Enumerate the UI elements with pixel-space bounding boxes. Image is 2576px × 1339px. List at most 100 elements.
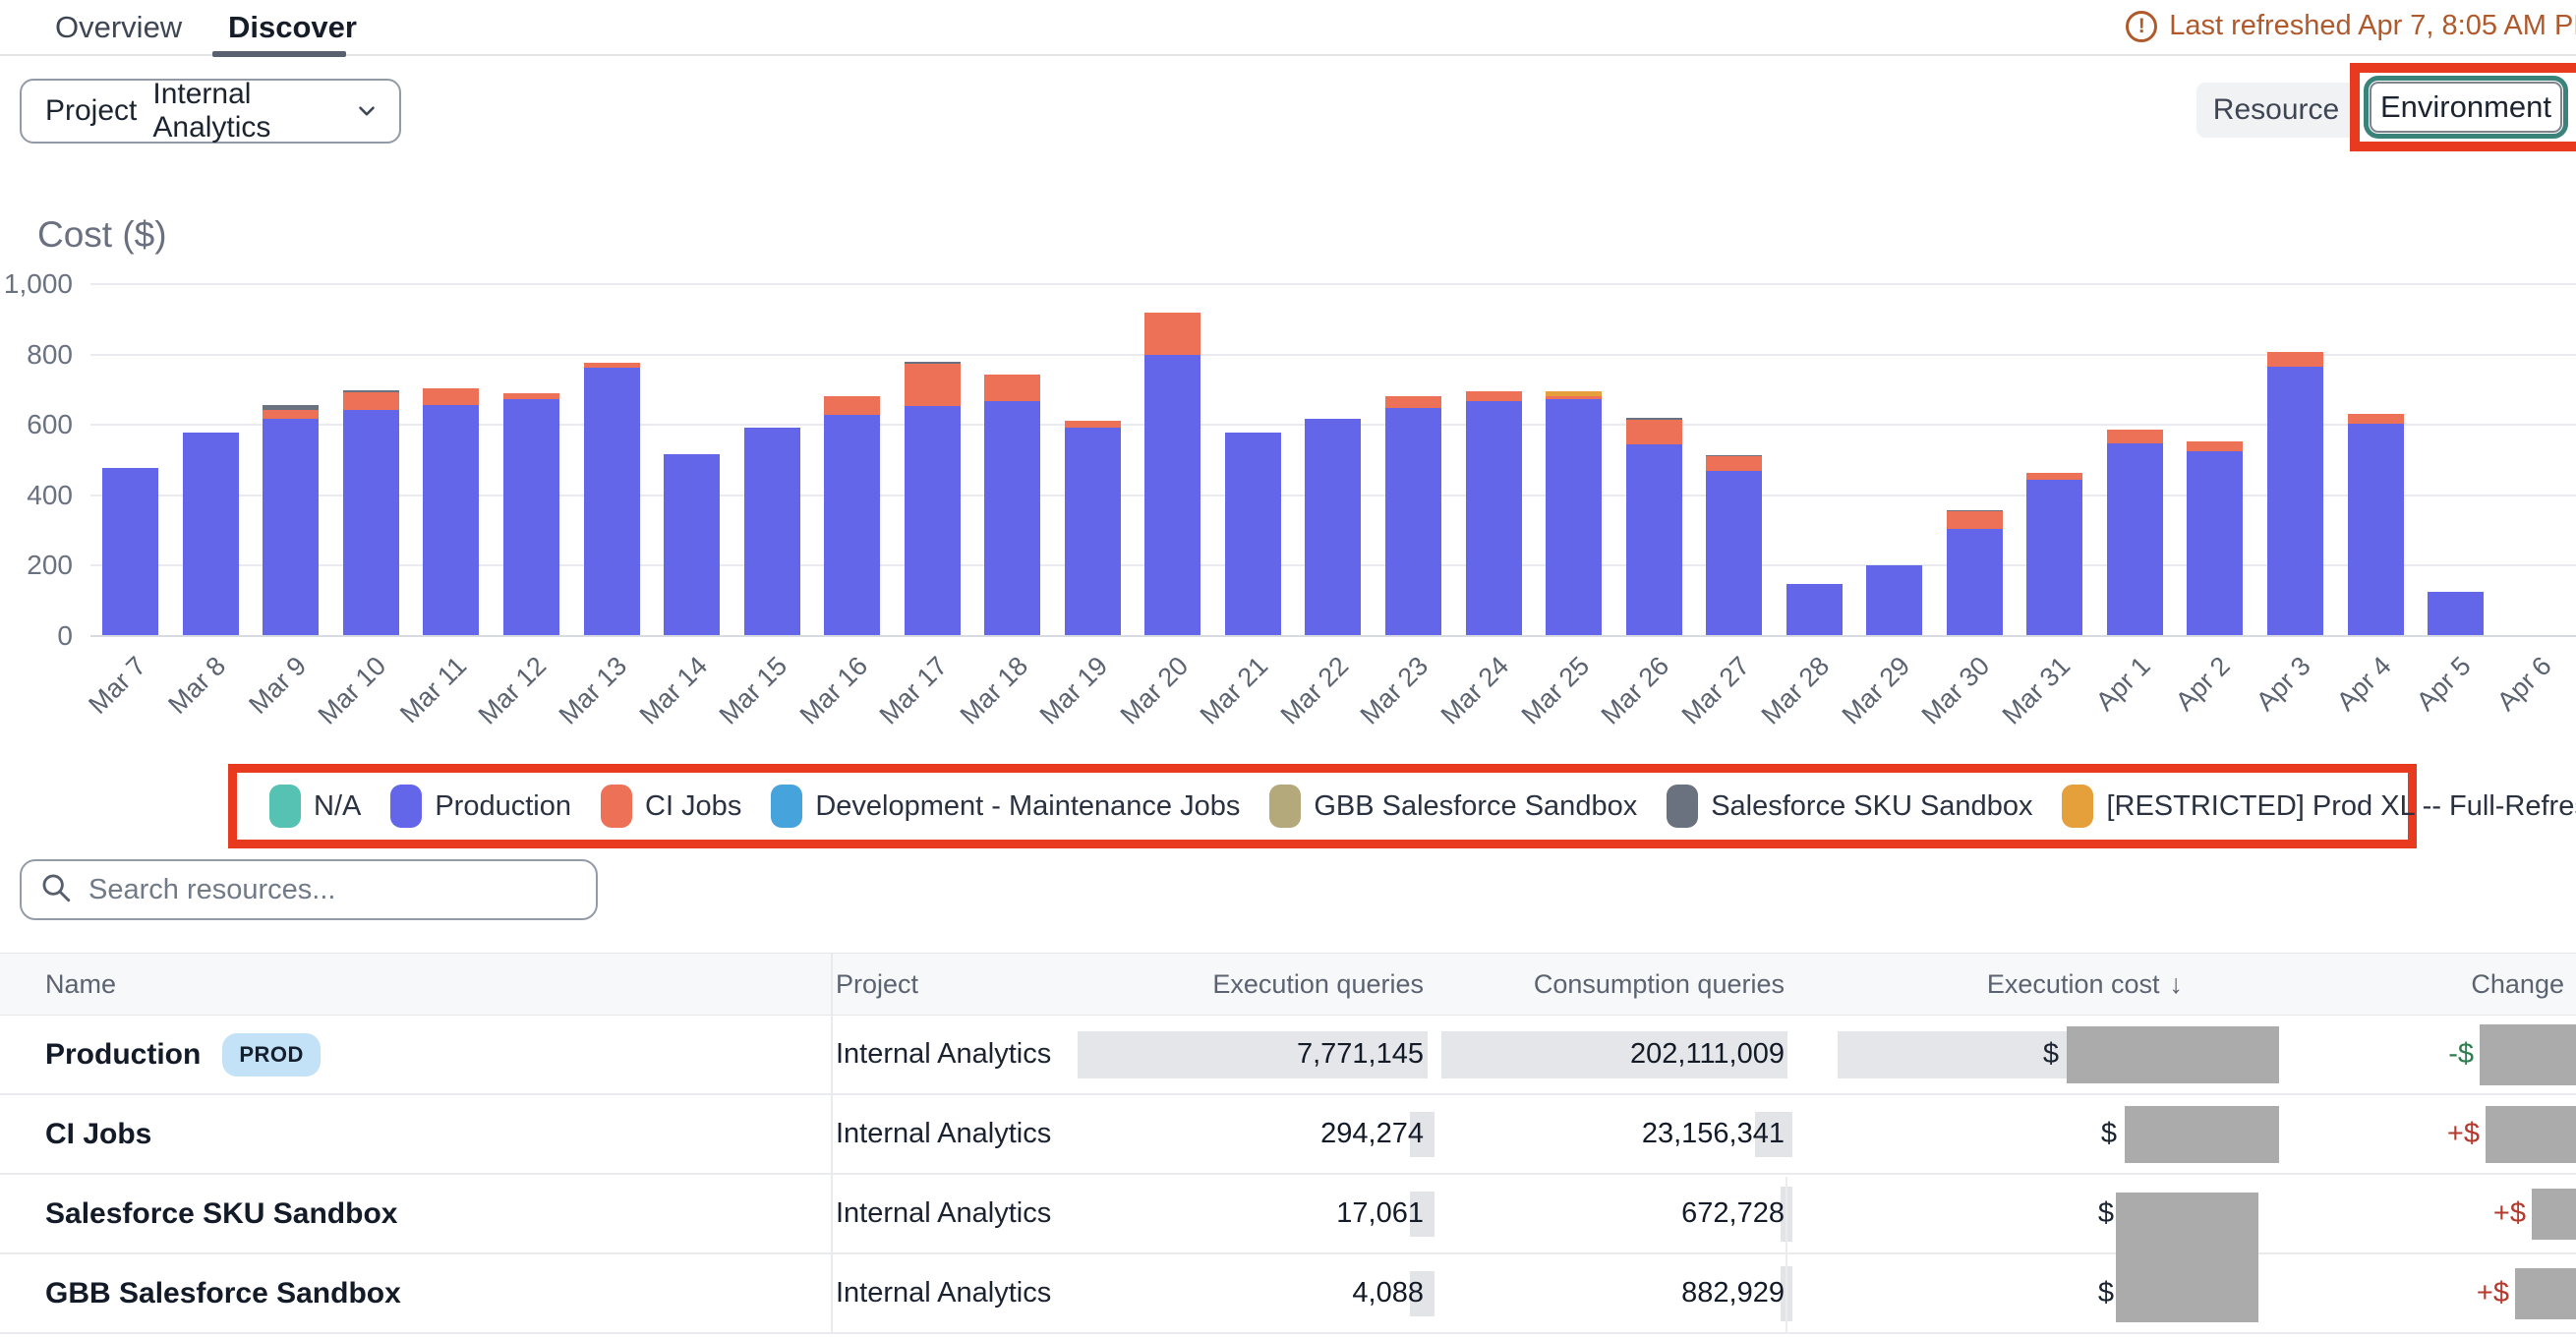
bar-mar-9[interactable]: [251, 283, 331, 635]
cost-currency-prefix: $: [2043, 1038, 2059, 1071]
column-divider: [831, 953, 833, 1334]
bar-mar-21[interactable]: [1213, 283, 1294, 635]
segment-ci: [2026, 473, 2082, 480]
bar-mar-22[interactable]: [1293, 283, 1374, 635]
legend-item[interactable]: GBB Salesforce Sandbox: [1269, 785, 1637, 828]
bar-apr-4[interactable]: [2335, 283, 2416, 635]
bar-mar-31[interactable]: [2015, 283, 2095, 635]
bar-mar-14[interactable]: [652, 283, 732, 635]
table-header-row: NameProjectExecution queriesConsumption …: [0, 953, 2576, 1016]
bar-mar-25[interactable]: [1534, 283, 1614, 635]
y-axis-tick-label: 0: [0, 620, 73, 652]
bar-mar-29[interactable]: [1854, 283, 1935, 635]
bar-apr-3[interactable]: [2255, 283, 2336, 635]
segment-production: [1866, 565, 1922, 635]
x-axis-tick-label: Apr 4: [2330, 651, 2397, 718]
resource-toggle-button[interactable]: Resource: [2196, 83, 2356, 138]
segment-ci: [423, 388, 479, 404]
column-header-execution-queries[interactable]: Execution queries: [1145, 969, 1431, 1000]
resource-name: Salesforce SKU Sandbox: [45, 1197, 397, 1231]
segment-production: [1786, 584, 1843, 635]
legend-swatch: [2062, 785, 2093, 828]
column-header-name[interactable]: Name: [0, 969, 831, 1000]
bar-mar-20[interactable]: [1133, 283, 1213, 635]
segment-production: [584, 368, 640, 635]
table-row-ci-jobs[interactable]: CI JobsInternal Analytics294,27423,156,3…: [0, 1095, 2576, 1175]
bar-mar-24[interactable]: [1453, 283, 1534, 635]
bar-apr-2[interactable]: [2175, 283, 2255, 635]
y-axis-tick-label: 400: [0, 480, 73, 511]
environment-toggle-button[interactable]: Environment: [2370, 82, 2562, 133]
bar-mar-7[interactable]: [90, 283, 171, 635]
bar-mar-19[interactable]: [1053, 283, 1134, 635]
legend-label: GBB Salesforce Sandbox: [1314, 790, 1637, 823]
legend-item[interactable]: Salesforce SKU Sandbox: [1667, 785, 2032, 828]
bar-mar-8[interactable]: [171, 283, 252, 635]
change-sign: -$: [2448, 1038, 2474, 1071]
segment-production: [1706, 471, 1762, 635]
bar-apr-1[interactable]: [2095, 283, 2176, 635]
column-header-consumption-queries[interactable]: Consumption queries: [1431, 969, 1789, 1000]
redaction-box: [2486, 1106, 2576, 1163]
legend-item[interactable]: [RESTRICTED] Prod XL -- Full-Refresh job…: [2062, 785, 2576, 828]
bars-area: [90, 283, 2576, 635]
segment-production: [1385, 408, 1441, 635]
tab-overview[interactable]: Overview: [55, 0, 182, 54]
x-axis-tick-label: Apr 2: [2170, 651, 2237, 718]
bar-mar-28[interactable]: [1774, 283, 1854, 635]
bar-mar-23[interactable]: [1374, 283, 1454, 635]
bar-apr-5[interactable]: [2416, 283, 2496, 635]
column-header-project[interactable]: Project: [831, 969, 1145, 1000]
y-axis-tick-label: 800: [0, 339, 73, 371]
legend-item[interactable]: N/A: [269, 785, 361, 828]
segment-production: [2428, 592, 2484, 635]
segment-ci: [263, 410, 319, 419]
legend-swatch: [771, 785, 802, 828]
segment-ci: [1385, 396, 1441, 409]
segment-production: [984, 401, 1040, 635]
consumption-queries-cell: 23,156,341: [1431, 1118, 1789, 1150]
active-tab-underline: [212, 51, 346, 57]
execution-queries-cell: 7,771,145: [1145, 1038, 1431, 1071]
legend-swatch: [1667, 785, 1698, 828]
table-row-production[interactable]: ProductionPRODInternal Analytics7,771,14…: [0, 1016, 2576, 1095]
y-axis-tick-label: 1,000: [0, 268, 73, 300]
bar-mar-18[interactable]: [972, 283, 1053, 635]
legend-item[interactable]: CI Jobs: [601, 785, 741, 828]
column-header-change[interactable]: Change: [2281, 969, 2576, 1000]
legend-item[interactable]: Development - Maintenance Jobs: [771, 785, 1240, 828]
execution-cost-cell: $: [1789, 1026, 2281, 1083]
segment-production: [1546, 399, 1602, 635]
legend-item[interactable]: Production: [390, 785, 571, 828]
redaction-box: [2480, 1024, 2576, 1085]
legend-label: Development - Maintenance Jobs: [815, 790, 1240, 823]
bar-mar-27[interactable]: [1694, 283, 1775, 635]
segment-ci: [1466, 391, 1522, 401]
segment-ci: [1706, 456, 1762, 471]
redaction-box: [2532, 1189, 2576, 1240]
bar-mar-13[interactable]: [571, 283, 652, 635]
bar-mar-17[interactable]: [892, 283, 972, 635]
x-axis-tick-label: Apr 1: [2090, 651, 2157, 718]
consumption-queries-cell: 882,929: [1431, 1277, 1789, 1310]
change-cell: +$: [2281, 1189, 2576, 1240]
column-header-execution-cost[interactable]: Execution cost↓: [1789, 969, 2281, 1000]
bar-mar-30[interactable]: [1935, 283, 2016, 635]
search-input[interactable]: [88, 874, 578, 906]
segment-production: [2107, 443, 2163, 635]
bar-mar-11[interactable]: [411, 283, 492, 635]
bar-mar-12[interactable]: [492, 283, 572, 635]
tab-discover[interactable]: Discover: [228, 0, 357, 54]
resources-table: NameProjectExecution queriesConsumption …: [0, 953, 2576, 1334]
sort-desc-icon: ↓: [2170, 969, 2184, 1000]
legend-swatch: [601, 785, 632, 828]
bar-apr-6[interactable]: [2495, 283, 2576, 635]
bar-mar-10[interactable]: [331, 283, 412, 635]
project-cell: Internal Analytics: [831, 1277, 1145, 1310]
project-filter-dropdown[interactable]: Project Internal Analytics: [20, 79, 401, 144]
bar-mar-16[interactable]: [812, 283, 893, 635]
segment-production: [744, 428, 800, 635]
bar-mar-15[interactable]: [732, 283, 812, 635]
legend-label: Salesforce SKU Sandbox: [1711, 790, 2032, 823]
bar-mar-26[interactable]: [1613, 283, 1694, 635]
